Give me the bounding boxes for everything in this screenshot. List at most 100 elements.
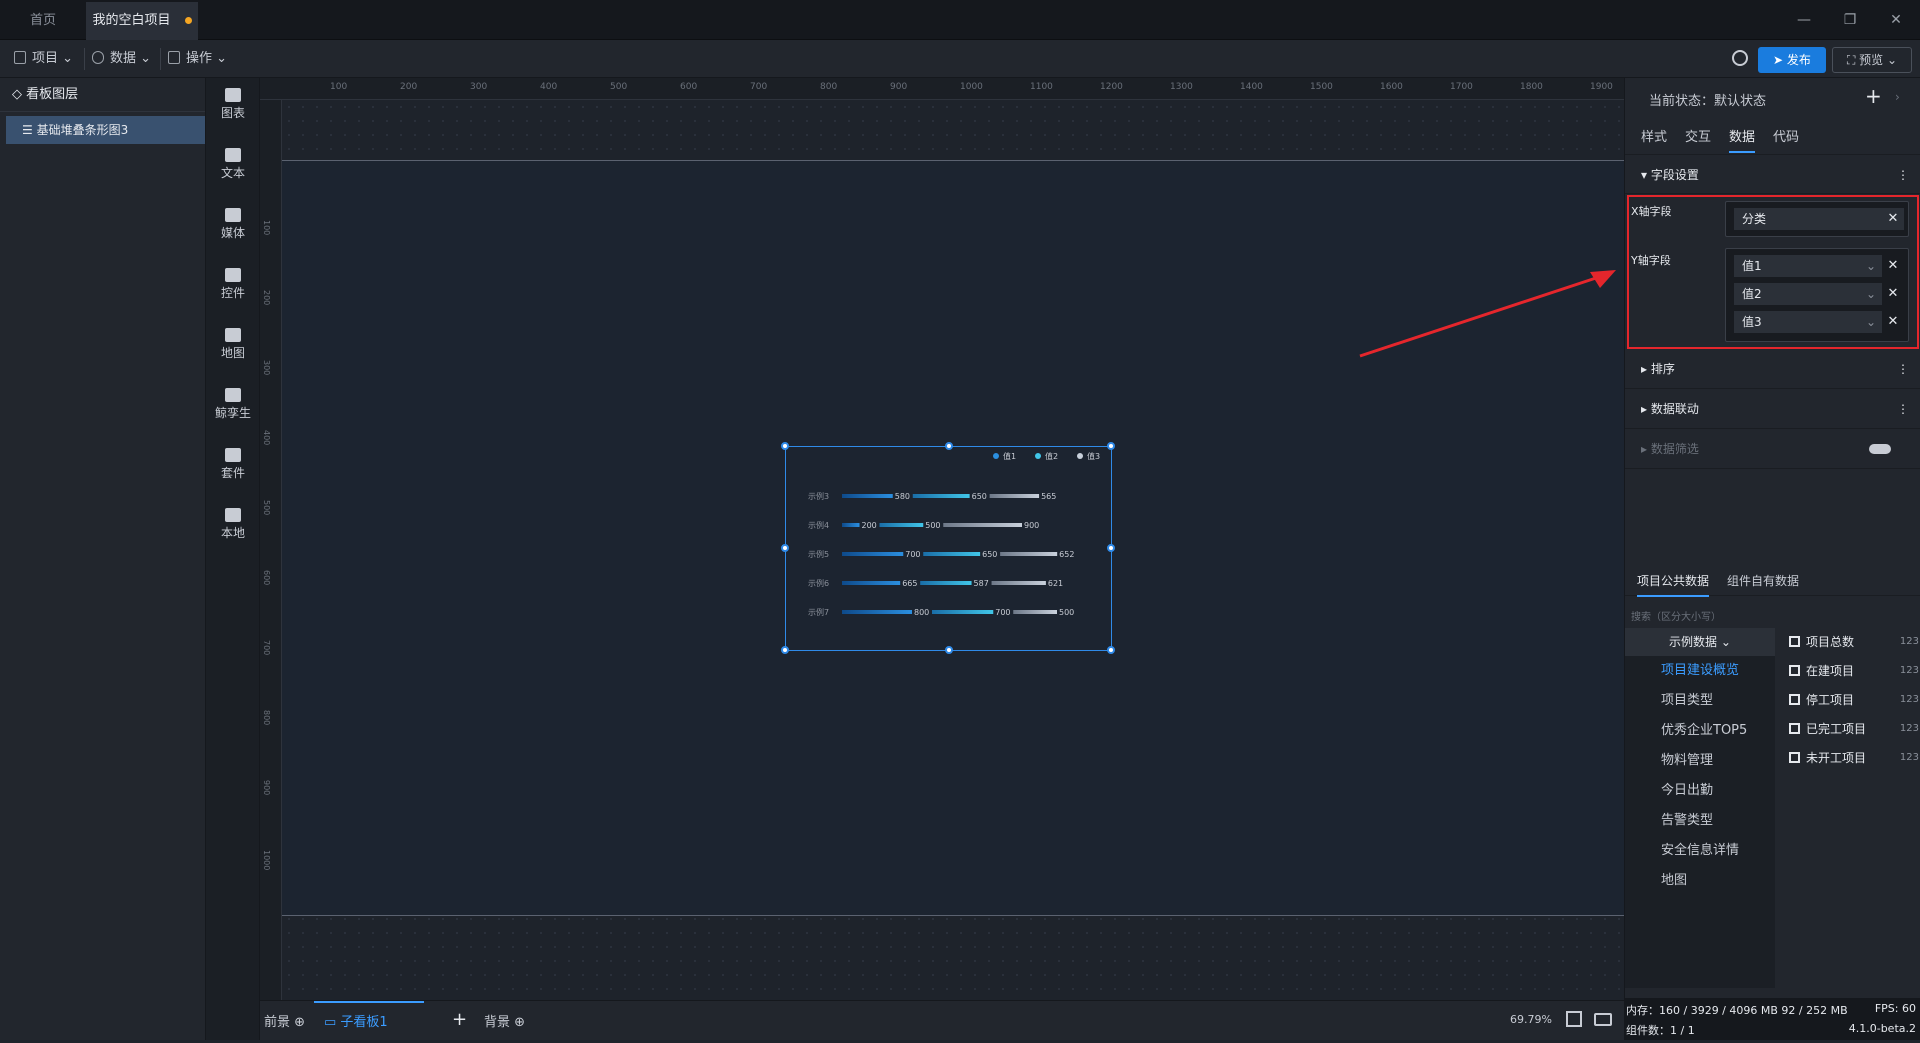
resize-handle[interactable] [1107, 544, 1115, 552]
datasrc-item[interactable]: 项目建设概览 [1625, 656, 1775, 686]
field-label: 在建项目 [1806, 664, 1855, 678]
checkbox-icon[interactable] [1789, 723, 1800, 734]
search-icon[interactable] [1732, 50, 1748, 66]
datasrc-field[interactable]: 在建项目 123 [1789, 659, 1919, 688]
y-field-chip[interactable]: 值1 ⌄ [1734, 255, 1882, 277]
layer-item[interactable]: ☰ 基础堆叠条形图3 [6, 116, 205, 144]
bar-segment [1000, 552, 1058, 556]
preview-button[interactable]: ⛶ 预览 ⌄ [1832, 47, 1912, 73]
comp-kit[interactable]: 套件 [206, 448, 260, 481]
menu-data[interactable]: 数据 ⌄ [92, 48, 151, 70]
checkbox-icon[interactable] [1789, 665, 1800, 676]
chevron-right-icon[interactable]: › [1895, 90, 1900, 104]
tab-project[interactable]: 我的空白项目 [86, 2, 198, 40]
data-label: 650 [982, 550, 997, 559]
ruler-tick-label: 200 [262, 290, 271, 306]
remove-icon[interactable]: ✕ [1886, 314, 1900, 329]
remove-icon[interactable]: ✕ [1886, 286, 1900, 301]
legend-marker [1035, 453, 1041, 459]
comp-chart[interactable]: 图表 [206, 88, 260, 121]
legend-marker [1077, 453, 1083, 459]
section-field-settings[interactable]: ▾ 字段设置 ⋮ [1625, 154, 1920, 194]
filter-toggle[interactable] [1869, 444, 1891, 454]
section-linkage[interactable]: ▸ 数据联动 ⋮ [1625, 389, 1920, 429]
datasrc-item[interactable]: 告警类型 [1625, 806, 1775, 836]
fit-icon[interactable] [1566, 1011, 1582, 1027]
datasrc-field[interactable]: 停工项目 123 [1789, 688, 1919, 717]
checkbox-icon[interactable] [1789, 752, 1800, 763]
bar-segment [932, 610, 994, 614]
menu-operate[interactable]: 操作 ⌄ [168, 48, 227, 70]
section-filter[interactable]: ▸ 数据筛选 [1625, 429, 1920, 469]
sort-label: 排序 [1650, 362, 1675, 376]
minimize-icon[interactable]: — [1784, 6, 1824, 34]
close-icon[interactable]: ✕ [1876, 6, 1916, 34]
datasrc-group[interactable]: 示例数据 ⌄ [1625, 628, 1775, 656]
resize-handle[interactable] [1107, 442, 1115, 450]
resize-handle[interactable] [781, 544, 789, 552]
y-field-chip[interactable]: 值3 ⌄ [1734, 311, 1882, 333]
selected-chart[interactable]: 值1 值2 值3 示例3 580 650 565 示例4 200 500 900 示例5 700 650 6… [781, 442, 1115, 654]
tab-data[interactable]: 数据 [1729, 126, 1756, 153]
comp-text[interactable]: 文本 [206, 148, 260, 181]
ruler-tick-label: 800 [262, 710, 271, 726]
datasrc-item[interactable]: 物料管理 [1625, 746, 1775, 776]
datasrc-field[interactable]: 项目总数 123 [1789, 630, 1919, 659]
data-label: 200 [862, 521, 877, 530]
tab-style[interactable]: 样式 [1641, 126, 1667, 145]
foreground-tab[interactable]: 前景 ⊕ [264, 1011, 305, 1030]
comp-label: 地图 [220, 346, 245, 360]
chart-icon [225, 88, 241, 102]
fps-label: FPS: [1874, 1002, 1899, 1015]
chevron-down-icon: ⌄ [1865, 287, 1876, 301]
chevron-down-icon: ⌄ [1865, 315, 1876, 329]
datasrc-item[interactable]: 优秀企业TOP5 [1625, 716, 1775, 746]
datasrc-field[interactable]: 已完工项目 123 [1789, 717, 1919, 746]
tab-interaction[interactable]: 交互 [1685, 126, 1711, 145]
comp-media[interactable]: 媒体 [206, 208, 260, 241]
datasrc-field[interactable]: 未开工项目 123 [1789, 746, 1919, 775]
text-icon [225, 148, 241, 162]
resize-handle[interactable] [781, 442, 789, 450]
datasrc-item[interactable]: 地图 [1625, 866, 1775, 896]
state-value: 默认状态 [1714, 94, 1767, 109]
keyboard-icon[interactable] [1594, 1013, 1612, 1026]
datasrc-item[interactable]: 今日出勤 [1625, 776, 1775, 806]
x-field-label: X轴字段 [1631, 205, 1672, 218]
category-label: 示例3 [808, 491, 829, 501]
comp-local[interactable]: 本地 [206, 508, 260, 541]
datasrc-item[interactable]: 安全信息详情 [1625, 836, 1775, 866]
zoom-level[interactable]: 69.79% [1510, 1013, 1552, 1026]
datasrc-search[interactable]: 搜索（区分大小写） [1631, 608, 1915, 623]
tab-home[interactable]: 首页 [0, 2, 86, 40]
remove-icon[interactable]: ✕ [1886, 258, 1900, 273]
datasrc-item[interactable]: 项目类型 [1625, 686, 1775, 716]
resize-handle[interactable] [781, 646, 789, 654]
kit-icon [225, 448, 241, 462]
x-field-chip[interactable]: 分类 ✕ [1734, 208, 1904, 230]
ruler-left: 100 200 300 400 500 600 700 800 900 1000 [260, 100, 282, 1004]
resize-handle[interactable] [945, 442, 953, 450]
menu-project[interactable]: 项目 ⌄ [14, 48, 73, 70]
add-board-icon[interactable]: + [452, 1009, 467, 1030]
resize-handle[interactable] [945, 646, 953, 654]
tab-code[interactable]: 代码 [1773, 126, 1799, 145]
publish-button[interactable]: ➤ 发布 [1758, 47, 1826, 73]
ruler-tick-label: 700 [262, 640, 271, 656]
comp-twin[interactable]: 鲸孪生 [206, 388, 260, 421]
tab-own-data[interactable]: 组件自有数据 [1727, 572, 1799, 589]
restore-icon[interactable]: ❐ [1830, 6, 1870, 34]
checkbox-icon[interactable] [1789, 636, 1800, 647]
resize-handle[interactable] [1107, 646, 1115, 654]
section-sort[interactable]: ▸ 排序 ⋮ [1625, 349, 1920, 389]
comp-control[interactable]: 控件 [206, 268, 260, 301]
tab-public-data[interactable]: 项目公共数据 [1637, 572, 1710, 597]
add-state-icon[interactable]: + [1865, 84, 1882, 108]
comp-map[interactable]: 地图 [206, 328, 260, 361]
y-field-chip[interactable]: 值2 ⌄ [1734, 283, 1882, 305]
board-tab[interactable]: ▭ 子看板1 [314, 1001, 424, 1041]
checkbox-icon[interactable] [1789, 694, 1800, 705]
y-field-value: 值1 [1742, 259, 1762, 273]
remove-icon[interactable]: ✕ [1886, 208, 1900, 230]
background-tab[interactable]: 背景 ⊕ [484, 1011, 525, 1030]
